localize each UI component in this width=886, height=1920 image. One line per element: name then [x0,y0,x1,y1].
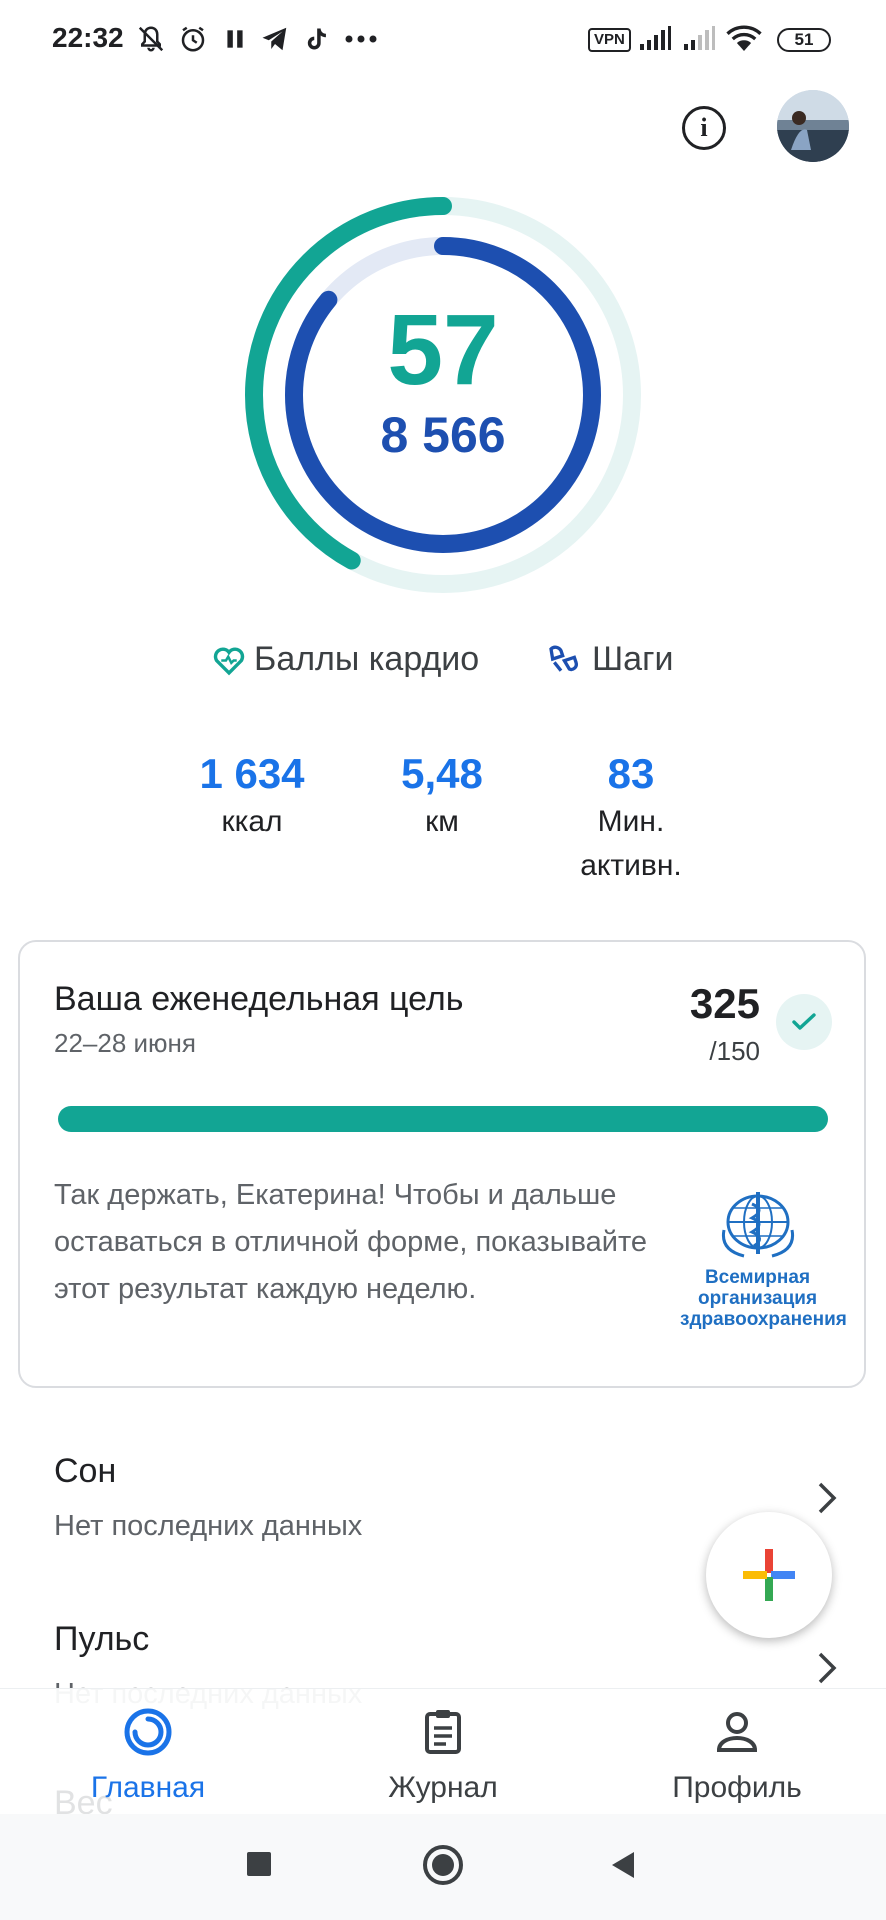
vpn-badge: VPN [588,28,631,52]
metric-calories: 1 634 ккал [152,748,352,844]
pause-icon [222,22,248,56]
calories-label: ккал [221,805,283,838]
weekly-goal-dates: 22–28 июня [54,1028,196,1058]
chevron-right-icon [818,1482,837,1514]
active-minutes-label-1: Мин. [597,805,665,838]
legend-steps-label: Шаги [592,639,674,678]
who-name-2: организация [697,1288,818,1309]
sleep-subtitle: Нет последних данных [54,1510,363,1542]
more-dots-icon [344,22,378,56]
wifi-icon [726,22,762,56]
weekly-goal-target: /150 [709,1036,760,1066]
check-icon [776,994,832,1050]
heart-icon [213,647,245,676]
nav-home[interactable]: Главная [28,1706,268,1805]
who-name-1: Всемирная [704,1267,811,1288]
chevron-right-icon [818,1652,837,1684]
metric-active-minutes: 83 Мин. активн. [531,748,731,888]
cardio-points-value: 57 [387,294,499,406]
weekly-goal-progress-bar [58,1106,828,1132]
weekly-goal-title: Ваша еженедельная цель [54,980,464,1018]
footsteps-icon [549,645,578,672]
status-time: 22:32 [52,22,124,53]
sleep-title: Сон [54,1452,117,1490]
legend-cardio-label: Баллы кардио [254,639,480,678]
person-icon [716,1712,758,1752]
weekly-goal-value: 325 [689,980,760,1027]
weekly-goal-message: Так держать, Екатерина! Чтобы и дальше о… [54,1179,648,1305]
clipboard-icon [425,1710,461,1754]
pulse-title: Пульс [54,1620,150,1658]
back-triangle-icon[interactable] [608,1850,638,1880]
battery-indicator: 51 [777,28,831,52]
nav-journal[interactable]: Журнал [323,1706,563,1805]
steps-value: 8 566 [380,407,506,463]
nav-profile[interactable]: Профиль [617,1706,857,1805]
active-minutes-value: 83 [607,750,655,797]
avatar[interactable] [777,90,849,162]
signal-2-icon [682,22,716,56]
who-name-3: здравоохранения [680,1309,847,1330]
signal-1-icon [638,22,672,56]
nav-profile-label: Профиль [672,1771,802,1804]
nav-journal-label: Журнал [388,1771,498,1804]
who-logo: Всемирная организация здравоохранения [680,1190,847,1330]
legend-steps: Шаги [546,637,673,681]
metric-distance: 5,48 км [342,748,542,844]
info-button[interactable]: i [682,106,726,150]
distance-value: 5,48 [401,750,483,797]
distance-label: км [425,805,459,838]
legend-cardio: Баллы кардио [210,637,479,681]
nav-home-label: Главная [90,1771,206,1804]
recents-square-icon[interactable] [245,1850,273,1878]
muted-bell-icon [136,22,166,56]
calories-value: 1 634 [199,750,305,797]
home-circle-icon[interactable] [422,1844,464,1886]
add-button[interactable] [706,1512,832,1638]
plus-icon [743,1549,795,1601]
active-minutes-label-2: активн. [580,849,682,882]
who-emblem-icon [721,1192,794,1258]
tiktok-icon [302,22,330,56]
telegram-icon [260,22,290,56]
alarm-icon [178,22,208,56]
home-ring-icon [124,1708,172,1756]
